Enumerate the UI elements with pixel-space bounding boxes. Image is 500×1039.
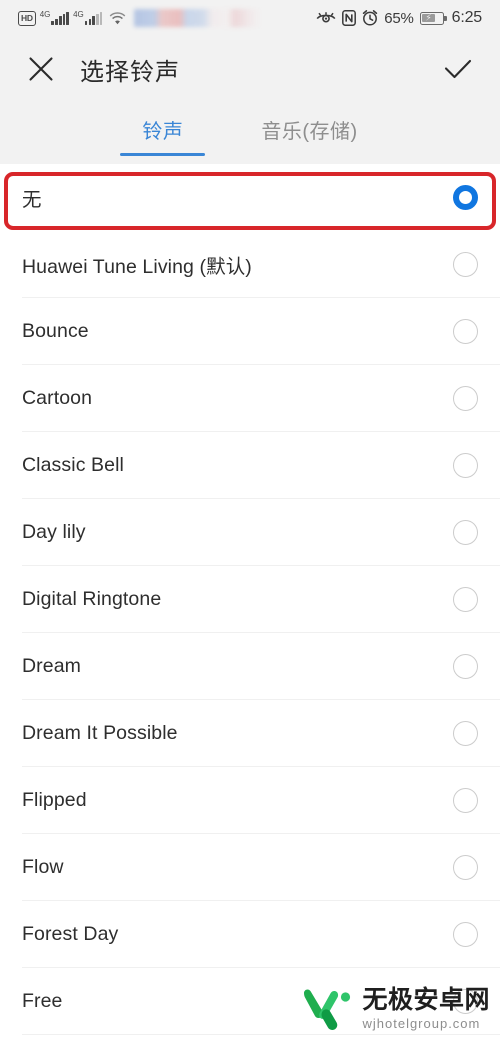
w-logo-icon xyxy=(304,989,351,1030)
sim2-signal-icon: 4G xyxy=(73,10,103,25)
radio-unselected-icon[interactable] xyxy=(453,252,478,277)
tab-music-storage[interactable]: 音乐(存储) xyxy=(253,111,365,158)
ringtone-radio[interactable] xyxy=(453,922,478,947)
ringtone-list: 无 Huawei Tune Living (默认) Bounce Cartoon Cla… xyxy=(0,164,500,1035)
ringtone-label: Huawei Tune Living (默认) xyxy=(22,256,252,278)
sim1-signal-icon: 4G xyxy=(39,10,70,25)
ringtone-radio[interactable] xyxy=(453,252,478,277)
ringtone-label: Flipped xyxy=(22,789,87,811)
radio-unselected-icon[interactable] xyxy=(453,520,478,545)
ringtone-label: Digital Ringtone xyxy=(22,588,162,610)
radio-unselected-icon[interactable] xyxy=(453,922,478,947)
ringtone-label: Flow xyxy=(22,856,64,878)
ringtone-row[interactable]: Forest Day xyxy=(0,901,500,968)
charging-bolt-icon: ⚡ xyxy=(425,12,432,23)
carrier-name-blurred xyxy=(134,9,261,27)
ringtone-label: Bounce xyxy=(22,320,89,342)
status-bar-left: HD 4G 4G xyxy=(18,9,261,27)
ringtone-row[interactable]: Day lily xyxy=(0,499,500,566)
tab-ringtone[interactable]: 铃声 xyxy=(120,111,206,158)
check-icon xyxy=(444,59,472,79)
page-title: 选择铃声 xyxy=(80,58,180,86)
ringtone-label: Forest Day xyxy=(22,923,119,945)
battery-icon: ⚡ xyxy=(419,11,447,25)
hd-icon: HD xyxy=(18,10,36,26)
radio-unselected-icon[interactable] xyxy=(453,386,478,411)
ringtone-radio[interactable] xyxy=(453,386,478,411)
radio-unselected-icon[interactable] xyxy=(453,453,478,478)
battery-fill: ⚡ xyxy=(421,12,436,23)
ringtone-row[interactable]: Bounce xyxy=(0,298,500,365)
ringtone-row[interactable]: Digital Ringtone xyxy=(0,566,500,633)
ringtone-radio[interactable] xyxy=(453,453,478,478)
watermark-site-name: 无极安卓网 xyxy=(362,986,490,1014)
radio-unselected-icon[interactable] xyxy=(453,855,478,880)
clock-label: 6:25 xyxy=(451,9,483,26)
battery-percent-label: 65% xyxy=(384,9,414,27)
radio-unselected-icon[interactable] xyxy=(453,319,478,344)
app-bar: 选择铃声 xyxy=(0,36,500,102)
alarm-icon xyxy=(362,10,378,26)
ringtone-radio[interactable] xyxy=(453,855,478,880)
radio-unselected-icon[interactable] xyxy=(453,721,478,746)
sim2-signal-bars xyxy=(84,12,103,25)
ringtone-radio[interactable] xyxy=(453,587,478,612)
nfc-icon xyxy=(342,10,357,26)
ringtone-row[interactable]: 无 xyxy=(0,164,500,231)
row-divider xyxy=(22,1034,500,1035)
ringtone-radio[interactable] xyxy=(453,185,478,210)
eye-comfort-icon xyxy=(316,11,336,25)
watermark: 无极安卓网 wjhotelgroup.com xyxy=(300,987,490,1031)
ringtone-label: Cartoon xyxy=(22,387,93,409)
ringtone-row[interactable]: Huawei Tune Living (默认) xyxy=(0,231,500,298)
ringtone-label: Classic Bell xyxy=(22,454,124,476)
watermark-site-url: wjhotelgroup.com xyxy=(362,1016,481,1031)
ringtone-label: Dream It Possible xyxy=(22,722,178,744)
ringtone-label: 无 xyxy=(22,189,43,211)
ringtone-row[interactable]: Flow xyxy=(0,834,500,901)
sim1-signal-bars xyxy=(51,12,70,25)
wifi-icon xyxy=(109,11,126,25)
ringtone-radio[interactable] xyxy=(453,319,478,344)
ringtone-picker-screen: HD 4G 4G 65% ⚡ 6:25 选择铃声 铃声 音乐(存储) 无 Hua… xyxy=(0,0,500,1039)
ringtone-radio[interactable] xyxy=(453,520,478,545)
radio-unselected-icon[interactable] xyxy=(453,788,478,813)
radio-unselected-icon[interactable] xyxy=(453,654,478,679)
ringtone-radio[interactable] xyxy=(453,721,478,746)
close-icon xyxy=(29,57,53,81)
ringtone-row[interactable]: Dream xyxy=(0,633,500,700)
ringtone-row[interactable]: Cartoon xyxy=(0,365,500,432)
ringtone-label: Day lily xyxy=(22,521,86,543)
ringtone-row[interactable]: Flipped xyxy=(0,767,500,834)
status-bar-right: 65% ⚡ 6:25 xyxy=(316,9,482,27)
sim1-network-label: 4G xyxy=(39,10,51,19)
ringtone-row[interactable]: Dream It Possible xyxy=(0,700,500,767)
status-bar: HD 4G 4G 65% ⚡ 6:25 xyxy=(0,0,500,36)
ringtone-row[interactable]: Classic Bell xyxy=(0,432,500,499)
ringtone-radio[interactable] xyxy=(453,654,478,679)
ringtone-label: Free xyxy=(22,990,63,1012)
sim2-network-label: 4G xyxy=(73,10,84,19)
radio-selected-icon[interactable] xyxy=(453,185,478,210)
ringtone-radio[interactable] xyxy=(453,788,478,813)
confirm-button[interactable] xyxy=(440,51,476,87)
tab-bar: 铃声 音乐(存储) xyxy=(0,102,500,164)
watermark-text: 无极安卓网 wjhotelgroup.com xyxy=(362,986,490,1031)
close-button[interactable] xyxy=(24,52,58,86)
radio-unselected-icon[interactable] xyxy=(453,587,478,612)
ringtone-label: Dream xyxy=(22,655,82,677)
